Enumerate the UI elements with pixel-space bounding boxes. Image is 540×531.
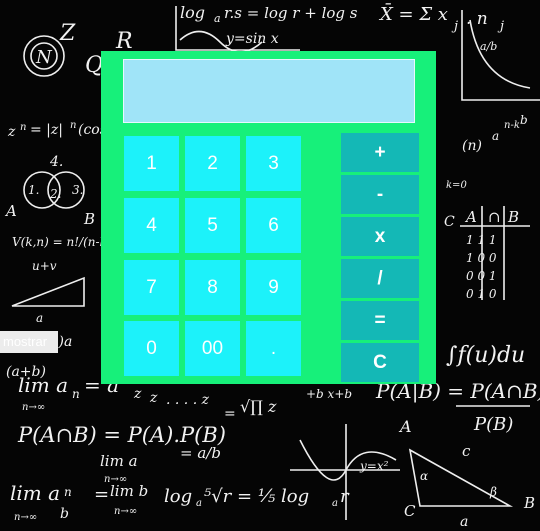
svg-text:n→∞: n→∞ <box>114 506 137 517</box>
svg-text:lim a: lim a <box>10 481 60 505</box>
key-0[interactable]: 0 <box>124 321 179 376</box>
svg-text:b: b <box>520 113 528 127</box>
svg-text:A: A <box>4 202 17 220</box>
svg-text:u+v: u+v <box>32 259 57 273</box>
svg-text:(n): (n) <box>462 138 482 154</box>
svg-text:. . . . z: . . . . z <box>166 392 210 408</box>
svg-text:= a/b: = a/b <box>180 444 221 462</box>
key-decimal[interactable]: . <box>246 321 301 376</box>
svg-text:X̄ = Σ x: X̄ = Σ x <box>378 2 448 25</box>
svg-text:c: c <box>462 442 471 460</box>
svg-text:. n: . n <box>466 9 488 29</box>
svg-text:n→∞: n→∞ <box>14 512 37 523</box>
svg-text:k=0: k=0 <box>446 180 467 191</box>
svg-text:r.s = log r + log s: r.s = log r + log s <box>224 4 358 22</box>
key-2[interactable]: 2 <box>185 136 240 191</box>
key-4[interactable]: 4 <box>124 198 179 253</box>
svg-text:a: a <box>460 514 468 530</box>
key-7[interactable]: 7 <box>124 260 179 315</box>
svg-text:r: r <box>340 486 350 507</box>
key-9[interactable]: 9 <box>246 260 301 315</box>
svg-text:0 0 1: 0 0 1 <box>466 269 497 283</box>
svg-text:a: a <box>214 12 221 25</box>
key-3[interactable]: 3 <box>246 136 301 191</box>
calculator-display[interactable] <box>123 59 415 123</box>
svg-text:∫f(u)du: ∫f(u)du <box>446 343 525 368</box>
key-1[interactable]: 1 <box>124 136 179 191</box>
svg-text:B: B <box>83 210 95 228</box>
svg-text:lim a: lim a <box>100 452 138 470</box>
svg-text:y=sin x: y=sin x <box>225 31 279 47</box>
svg-text:a: a <box>492 129 499 143</box>
svg-text:j: j <box>451 19 458 34</box>
key-5[interactable]: 5 <box>185 198 240 253</box>
calculator-panel: 1 2 3 4 5 6 7 8 9 0 00 . + - x / = C <box>101 51 436 384</box>
svg-text:n-k: n-k <box>504 120 520 131</box>
svg-text:N: N <box>35 47 53 68</box>
svg-text:B: B <box>523 494 535 512</box>
subtract-button[interactable]: - <box>341 175 419 214</box>
svg-text:+b x+b: +b x+b <box>306 387 352 401</box>
svg-text:n: n <box>20 122 26 133</box>
svg-text:z: z <box>149 390 158 406</box>
svg-text:2.: 2. <box>49 187 61 201</box>
svg-text:1 0 0: 1 0 0 <box>466 251 497 265</box>
svg-text:a: a <box>196 498 202 509</box>
svg-text:a: a <box>332 498 338 509</box>
mostrar-button[interactable]: mostrar <box>0 331 58 353</box>
divide-button[interactable]: / <box>341 259 419 298</box>
svg-text:0 1 0: 0 1 0 <box>466 287 497 301</box>
svg-text:log: log <box>164 486 192 507</box>
svg-text:Z: Z <box>59 21 76 46</box>
key-00[interactable]: 00 <box>185 321 240 376</box>
svg-text:β: β <box>489 485 497 499</box>
svg-text:3.: 3. <box>72 183 83 197</box>
svg-text:=: = <box>224 406 236 422</box>
multiply-button[interactable]: x <box>341 217 419 256</box>
svg-text:n: n <box>70 120 76 131</box>
svg-text:b: b <box>60 506 69 522</box>
svg-text:a: a <box>36 311 43 325</box>
svg-text:∩: ∩ <box>488 208 501 226</box>
svg-text:B: B <box>507 208 519 226</box>
svg-text:A: A <box>398 417 412 436</box>
equals-button[interactable]: = <box>341 301 419 340</box>
svg-text:A: A <box>464 208 477 226</box>
svg-text:lim a: lim a <box>18 373 68 397</box>
svg-text:1.: 1. <box>28 183 39 197</box>
svg-text:z: z <box>133 386 142 402</box>
svg-text:C: C <box>444 214 455 230</box>
svg-text:j: j <box>497 19 504 34</box>
svg-text:z: z <box>7 124 16 140</box>
add-button[interactable]: + <box>341 133 419 172</box>
svg-text:1 1 1: 1 1 1 <box>466 233 497 247</box>
svg-text:√∏ z: √∏ z <box>240 397 277 416</box>
svg-text:⁵√r = ¹⁄₅ log: ⁵√r = ¹⁄₅ log <box>204 486 309 507</box>
svg-text:a/b: a/b <box>480 40 497 53</box>
svg-text:α: α <box>420 469 428 483</box>
svg-text:= |z|: = |z| <box>30 122 63 138</box>
svg-text:n: n <box>64 485 72 499</box>
key-8[interactable]: 8 <box>185 260 240 315</box>
key-6[interactable]: 6 <box>246 198 301 253</box>
clear-button[interactable]: C <box>341 343 419 382</box>
svg-text:C: C <box>404 502 416 520</box>
svg-text:y=x²: y=x² <box>359 459 389 473</box>
svg-text:n→∞: n→∞ <box>22 402 45 413</box>
svg-text:lim b: lim b <box>110 482 148 500</box>
svg-text:n: n <box>72 387 80 401</box>
svg-text:P(B): P(B) <box>473 414 513 435</box>
svg-text:=: = <box>94 484 109 505</box>
svg-text:4.: 4. <box>49 154 63 170</box>
svg-text:log: log <box>180 3 205 22</box>
